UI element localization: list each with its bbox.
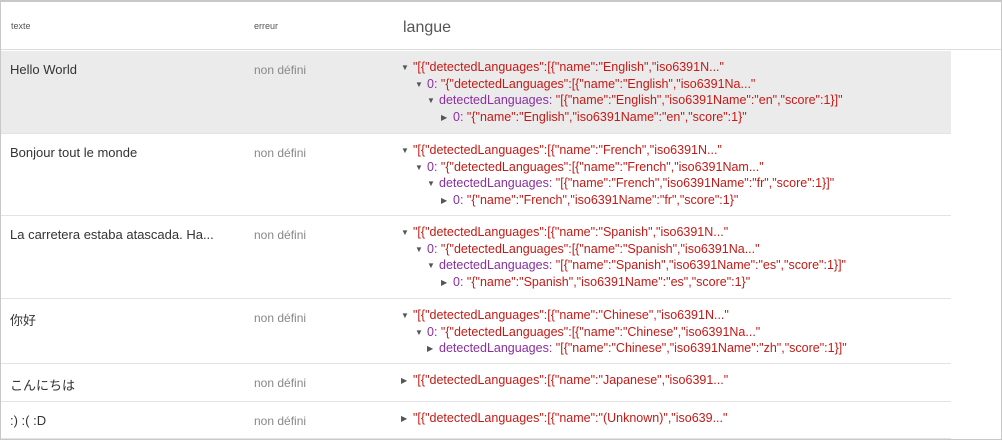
tree-key: detectedLanguages: <box>439 341 553 355</box>
column-header-erreur[interactable]: erreur <box>254 21 278 31</box>
caret-right-icon[interactable]: ▶ <box>401 373 413 390</box>
caret-right-icon[interactable]: ▶ <box>441 193 453 210</box>
caret-down-icon[interactable]: ▼ <box>415 325 427 342</box>
cell-erreur: non défini <box>254 63 307 77</box>
cell-texte: Hello World <box>10 62 77 77</box>
caret-right-icon[interactable]: ▶ <box>441 275 453 292</box>
cell-erreur: non défini <box>254 376 307 390</box>
tree-key: 0: <box>427 76 438 91</box>
json-tree: ▶ "[{"detectedLanguages":[{"name":"(Unkno… <box>401 410 727 427</box>
json-tree: ▼ "[{"detectedLanguages":[{"name":"French… <box>401 142 834 208</box>
tree-key: 0: <box>453 192 464 207</box>
table-row[interactable]: こんにちは non défini ▶ "[{"detectedLanguages"… <box>1 364 951 402</box>
caret-down-icon[interactable]: ▼ <box>427 258 439 275</box>
tree-value: "{"name":"Spanish","iso6391Name":"es","s… <box>466 274 751 289</box>
tree-node[interactable]: ▼ 0: "{"detectedLanguages":[{"name":"Chin… <box>401 324 847 341</box>
tree-node[interactable]: ▼ 0: "{"detectedLanguages":[{"name":"Span… <box>401 241 846 258</box>
column-header-texte[interactable]: texte <box>11 21 31 31</box>
cell-texte: 你好 <box>10 313 37 328</box>
table-row[interactable]: Hello World non défini ▼ "[{"detectedLang… <box>1 51 951 134</box>
json-tree: ▶ "[{"detectedLanguages":[{"name":"Japane… <box>401 372 728 389</box>
cell-erreur: non défini <box>254 311 307 325</box>
tree-key: 0: <box>427 241 438 256</box>
tree-value: "[{"detectedLanguages":[{"name":"French"… <box>413 143 722 157</box>
caret-down-icon[interactable]: ▼ <box>427 176 439 193</box>
tree-node[interactable]: ▶ detectedLanguages: "[{"name":"Chinese",… <box>401 340 847 357</box>
tree-value: "[{"detectedLanguages":[{"name":"(Unknow… <box>413 411 728 425</box>
caret-right-icon[interactable]: ▶ <box>401 411 413 428</box>
caret-down-icon[interactable]: ▼ <box>415 77 427 94</box>
tree-value: "[{"detectedLanguages":[{"name":"Chinese… <box>413 308 729 322</box>
tree-key: detectedLanguages: <box>439 93 553 107</box>
results-table: texte erreur langue Hello World non défi… <box>1 2 1001 439</box>
caret-down-icon[interactable]: ▼ <box>401 143 413 160</box>
results-grid-frame: texte erreur langue Hello World non défi… <box>0 0 1002 440</box>
json-tree: ▼ "[{"detectedLanguages":[{"name":"Spanis… <box>401 224 846 290</box>
tree-value: "[{"detectedLanguages":[{"name":"Japanes… <box>413 373 729 387</box>
tree-value: "[{"name":"English","iso6391Name":"en","… <box>555 93 843 107</box>
caret-down-icon[interactable]: ▼ <box>401 60 413 77</box>
tree-key: detectedLanguages: <box>439 258 553 272</box>
tree-value: "{"detectedLanguages":[{"name":"Spanish"… <box>440 241 760 256</box>
tree-key: 0: <box>453 274 464 289</box>
tree-node[interactable]: ▼ "[{"detectedLanguages":[{"name":"French… <box>401 142 834 159</box>
cell-texte: こんにちは <box>10 378 76 393</box>
cell-texte: La carretera estaba atascada. Ha... <box>10 227 214 242</box>
caret-down-icon[interactable]: ▼ <box>401 225 413 242</box>
caret-down-icon[interactable]: ▼ <box>415 242 427 259</box>
caret-down-icon[interactable]: ▼ <box>415 160 427 177</box>
tree-node[interactable]: ▶ 0: "{"name":"French","iso6391Name":"fr"… <box>401 192 834 209</box>
tree-node[interactable]: ▶ 0: "{"name":"Spanish","iso6391Name":"es… <box>401 274 846 291</box>
tree-value: "{"name":"French","iso6391Name":"fr","sc… <box>466 192 739 207</box>
tree-value: "{"name":"English","iso6391Name":"en","s… <box>466 109 747 124</box>
cell-erreur: non défini <box>254 414 307 428</box>
cell-texte: Bonjour tout le monde <box>10 145 138 160</box>
tree-node[interactable]: ▼ "[{"detectedLanguages":[{"name":"Chines… <box>401 307 847 324</box>
json-tree: ▼ "[{"detectedLanguages":[{"name":"Englis… <box>401 59 843 125</box>
tree-value: "[{"name":"French","iso6391Name":"fr","s… <box>555 176 835 190</box>
tree-key: 0: <box>453 109 464 124</box>
tree-value: "[{"detectedLanguages":[{"name":"English… <box>413 60 724 74</box>
caret-down-icon[interactable]: ▼ <box>401 308 413 325</box>
tree-node[interactable]: ▼ 0: "{"detectedLanguages":[{"name":"Engl… <box>401 76 843 93</box>
tree-node[interactable]: ▼ detectedLanguages: "[{"name":"Spanish",… <box>401 257 846 274</box>
tree-key: detectedLanguages: <box>439 176 553 190</box>
tree-value: "{"detectedLanguages":[{"name":"English"… <box>440 76 756 91</box>
tree-node[interactable]: ▼ detectedLanguages: "[{"name":"French","… <box>401 175 834 192</box>
tree-node[interactable]: ▼ 0: "{"detectedLanguages":[{"name":"Fren… <box>401 159 834 176</box>
tree-value: "[{"name":"Spanish","iso6391Name":"es","… <box>555 258 846 272</box>
table-row[interactable]: Bonjour tout le monde non défini ▼ "[{"de… <box>1 134 951 216</box>
tree-key: 0: <box>427 159 438 174</box>
tree-value: "{"detectedLanguages":[{"name":"French",… <box>440 159 764 174</box>
caret-down-icon[interactable]: ▼ <box>427 93 439 110</box>
tree-value: "{"detectedLanguages":[{"name":"Chinese"… <box>440 324 761 339</box>
tree-value: "[{"name":"Chinese","iso6391Name":"zh","… <box>555 341 847 355</box>
tree-value: "[{"detectedLanguages":[{"name":"Spanish… <box>413 225 729 239</box>
table-row[interactable]: 你好 non défini ▼ "[{"detectedLanguages":[{… <box>1 299 951 364</box>
caret-right-icon[interactable]: ▶ <box>427 341 439 358</box>
tree-node[interactable]: ▶ 0: "{"name":"English","iso6391Name":"en… <box>401 109 843 126</box>
tree-key: 0: <box>427 324 438 339</box>
caret-right-icon[interactable]: ▶ <box>441 110 453 127</box>
cell-erreur: non défini <box>254 146 307 160</box>
cell-texte: :) :( :D <box>10 413 47 428</box>
cell-erreur: non défini <box>254 228 307 242</box>
table-row[interactable]: La carretera estaba atascada. Ha... non … <box>1 216 951 299</box>
table-row[interactable]: :) :( :D non défini ▶ "[{"detectedLanguag… <box>1 402 951 439</box>
tree-node[interactable]: ▼ "[{"detectedLanguages":[{"name":"Englis… <box>401 59 843 76</box>
tree-node[interactable]: ▼ detectedLanguages: "[{"name":"English",… <box>401 92 843 109</box>
tree-node[interactable]: ▶ "[{"detectedLanguages":[{"name":"(Unkno… <box>401 410 727 427</box>
tree-node[interactable]: ▶ "[{"detectedLanguages":[{"name":"Japane… <box>401 372 728 389</box>
column-header-langue[interactable]: langue <box>403 19 451 37</box>
json-tree: ▼ "[{"detectedLanguages":[{"name":"Chines… <box>401 307 847 357</box>
tree-node[interactable]: ▼ "[{"detectedLanguages":[{"name":"Spanis… <box>401 224 846 241</box>
table-header: texte erreur langue <box>1 2 1001 50</box>
